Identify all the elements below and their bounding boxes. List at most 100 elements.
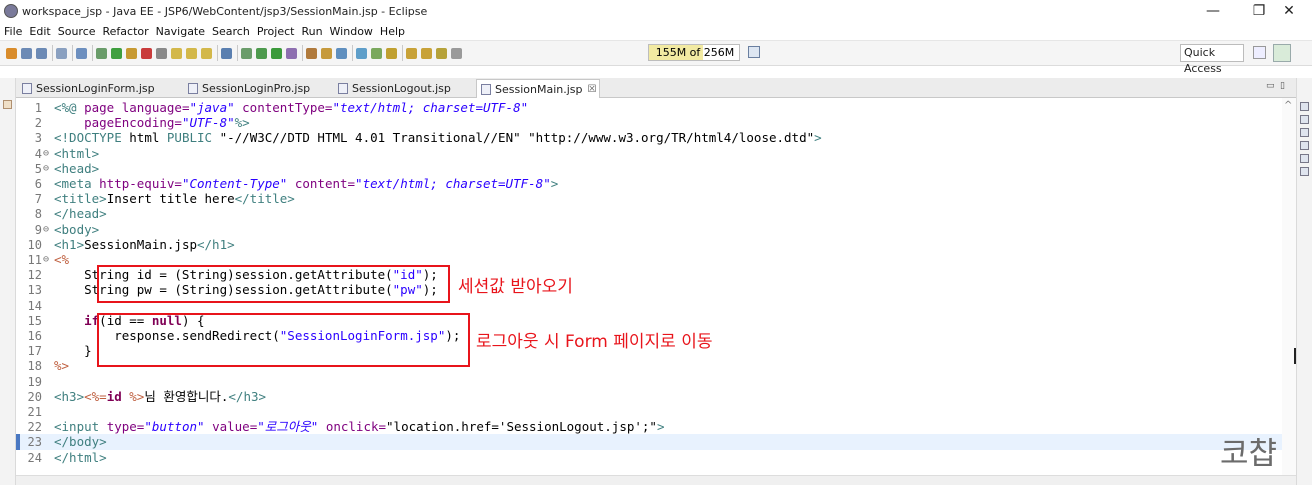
server-icon[interactable]: [221, 47, 232, 59]
code-token: SessionMain.jsp: [84, 236, 197, 252]
resume-icon[interactable]: [111, 47, 122, 59]
vertical-scrollbar[interactable]: ^: [1282, 98, 1296, 475]
editor-maximize-icon[interactable]: ▯: [1280, 81, 1285, 91]
line-number: 16: [27, 329, 42, 343]
line-number: 15: [27, 313, 42, 328]
tab-session-main[interactable]: SessionMain.jsp ☒: [476, 79, 600, 98]
forward-icon[interactable]: [451, 47, 462, 59]
code-text: <head>: [54, 161, 99, 177]
code-line[interactable]: 4 ⊖ <html>: [16, 146, 1282, 162]
heap-status[interactable]: 155M of 256M: [648, 44, 740, 61]
new-java-project-icon[interactable]: [306, 47, 317, 59]
next-annotation-icon[interactable]: [406, 47, 417, 59]
fold-toggle-icon[interactable]: ⊖: [43, 161, 49, 177]
menu-file[interactable]: File: [4, 25, 22, 38]
menu-source[interactable]: Source: [58, 25, 96, 38]
tab-session-login-pro[interactable]: SessionLoginPro.jsp: [184, 79, 310, 98]
menu-refactor[interactable]: Refactor: [103, 25, 149, 38]
fold-toggle-icon[interactable]: ⊖: [43, 146, 49, 162]
window-titlebar: workspace_jsp - Java EE - JSP6/WebConten…: [0, 0, 1312, 22]
code-line[interactable]: 7 <title>Insert title here</title>: [16, 191, 1282, 207]
code-token: value=: [204, 419, 258, 435]
new-class-icon[interactable]: [336, 47, 347, 59]
open-task-icon[interactable]: [371, 47, 382, 59]
code-line[interactable]: 3 <!DOCTYPE html PUBLIC "-//W3C//DTD HTML…: [16, 130, 1282, 146]
prev-annotation-icon[interactable]: [421, 47, 432, 59]
code-line[interactable]: 10 <h1>SessionMain.jsp</h1>: [16, 237, 1282, 253]
servers-view-icon[interactable]: [1300, 141, 1309, 150]
fold-toggle-icon[interactable]: ⊖: [43, 252, 49, 268]
search-icon[interactable]: [386, 47, 397, 59]
code-token: "text/html; charset=UTF-8": [355, 176, 551, 191]
step-over-icon[interactable]: [186, 47, 197, 59]
code-line[interactable]: 21: [16, 404, 1282, 420]
open-type-icon[interactable]: [56, 47, 67, 59]
debug-icon[interactable]: [256, 47, 267, 59]
save-all-icon[interactable]: [36, 47, 47, 59]
step-into-icon[interactable]: [171, 47, 182, 59]
open-web-browser-icon[interactable]: [356, 47, 367, 59]
disconnect-icon[interactable]: [156, 47, 167, 59]
scroll-up-icon[interactable]: ^: [1284, 100, 1292, 111]
code-line[interactable]: 1 <%@ page language="java" contentType="t…: [16, 100, 1282, 116]
build-icon[interactable]: [241, 47, 252, 59]
code-text: }: [54, 343, 92, 359]
problems-view-icon[interactable]: [1300, 154, 1309, 163]
menu-window[interactable]: Window: [330, 25, 373, 38]
tab-close-icon[interactable]: ☒: [588, 84, 597, 95]
code-line[interactable]: 6 <meta http-equiv="Content-Type" content…: [16, 176, 1282, 192]
new-package-icon[interactable]: [321, 47, 332, 59]
new-icon[interactable]: [6, 47, 17, 59]
code-line[interactable]: 5 ⊖ <head>: [16, 161, 1282, 177]
skip-breakpoints-icon[interactable]: [96, 47, 107, 59]
garbage-collect-icon[interactable]: [748, 46, 760, 58]
menu-project[interactable]: Project: [257, 25, 295, 38]
fold-toggle-icon[interactable]: ⊖: [43, 222, 49, 238]
code-text: </html>: [54, 450, 107, 466]
open-perspective-icon[interactable]: [1253, 46, 1266, 59]
menu-navigate[interactable]: Navigate: [156, 25, 205, 38]
code-line[interactable]: 19: [16, 374, 1282, 390]
menu-help[interactable]: Help: [380, 25, 405, 38]
code-token: page language=: [84, 100, 190, 115]
code-text: <input type="button" value="로그아웃" onclic…: [54, 419, 665, 435]
code-line[interactable]: 23 </body>: [16, 434, 1282, 451]
editor-minimize-icon[interactable]: ▭: [1266, 81, 1275, 91]
current-line-marker: [16, 434, 20, 451]
minimize-button[interactable]: —: [1190, 0, 1236, 22]
menu-edit[interactable]: Edit: [29, 25, 50, 38]
code-line[interactable]: 24 </html>: [16, 450, 1282, 466]
code-line[interactable]: 20 <h3><%=id %>님 환영합니다.</h3>: [16, 389, 1282, 405]
run-external-icon[interactable]: [286, 47, 297, 59]
toolbar-separator: [72, 45, 73, 61]
code-line[interactable]: 9 ⊖ <body>: [16, 222, 1282, 238]
code-token: "-//W3C//DTD HTML 4.01 Transitional//EN"…: [219, 130, 815, 146]
toggle-mark-icon[interactable]: [76, 47, 87, 59]
code-text: <html>: [54, 146, 99, 162]
close-button[interactable]: ✕: [1266, 0, 1312, 22]
horizontal-scrollbar[interactable]: [16, 475, 1296, 485]
suspend-icon[interactable]: [126, 47, 137, 59]
java-ee-perspective-icon[interactable]: [1273, 44, 1291, 62]
step-return-icon[interactable]: [201, 47, 212, 59]
terminate-icon[interactable]: [141, 47, 152, 59]
outline-view-icon[interactable]: [1300, 102, 1309, 111]
annotation-box-redirect: [97, 313, 470, 367]
code-line[interactable]: 2 pageEncoding="UTF-8"%>: [16, 115, 1282, 131]
tab-session-logout[interactable]: SessionLogout.jsp: [334, 79, 451, 98]
tab-session-login-form[interactable]: SessionLoginForm.jsp: [18, 79, 155, 98]
console-view-icon[interactable]: [1300, 128, 1309, 137]
task-list-icon[interactable]: [1300, 115, 1309, 124]
quick-access-input[interactable]: Quick Access: [1180, 44, 1244, 75]
code-token: PUBLIC: [166, 130, 220, 146]
menu-run[interactable]: Run: [301, 25, 322, 38]
back-icon[interactable]: [436, 47, 447, 59]
save-icon[interactable]: [21, 47, 32, 59]
code-line[interactable]: 22 <input type="button" value="로그아웃" oncl…: [16, 419, 1282, 435]
project-explorer-icon[interactable]: [3, 100, 12, 109]
run-icon[interactable]: [271, 47, 282, 59]
heap-status-label: 155M of 256M: [655, 46, 735, 59]
properties-view-icon[interactable]: [1300, 167, 1309, 176]
menu-search[interactable]: Search: [212, 25, 250, 38]
code-line[interactable]: 8 </head>: [16, 206, 1282, 222]
